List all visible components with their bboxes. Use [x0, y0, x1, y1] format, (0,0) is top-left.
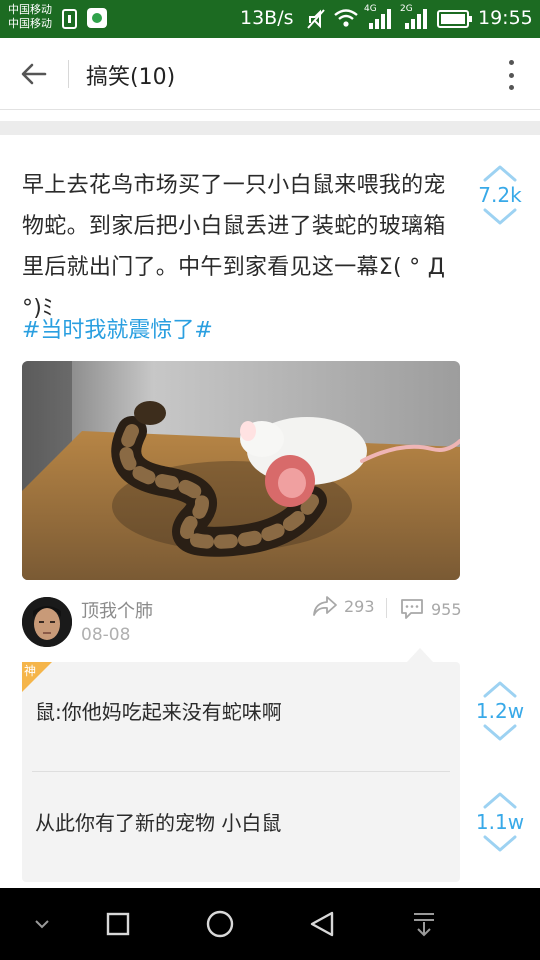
- carrier-1: 中国移动: [8, 3, 52, 16]
- notification-pulldown-button[interactable]: [402, 902, 446, 946]
- share-button[interactable]: 293: [312, 595, 375, 617]
- share-count: 293: [344, 596, 375, 616]
- comment-vote-count: 1.1w: [475, 810, 525, 834]
- system-nav-bar: [0, 888, 540, 960]
- post-vote-count: 7.2k: [478, 183, 522, 207]
- chevron-down-icon: [35, 920, 49, 929]
- wifi-icon: [333, 7, 359, 33]
- comment-text[interactable]: 鼠:你他妈吃起来没有蛇味啊: [35, 696, 282, 725]
- net-speed: 13B/s: [240, 7, 294, 29]
- header-divider: [68, 60, 69, 88]
- hot-comments: [22, 662, 460, 882]
- downvote-icon[interactable]: [483, 724, 517, 742]
- section-divider: [0, 121, 540, 135]
- comment-count: 955: [431, 599, 462, 619]
- mute-icon: [306, 8, 326, 34]
- post-hashtag[interactable]: #当时我就震惊了#: [22, 312, 213, 344]
- comment-divider: [32, 771, 450, 772]
- circle-icon: [206, 910, 234, 938]
- back-nav-button[interactable]: [300, 902, 344, 946]
- page-title: 搞笑(10): [86, 65, 176, 90]
- carrier-2: 中国移动: [8, 17, 52, 30]
- god-comment-badge: 神: [22, 662, 52, 692]
- upvote-icon[interactable]: [483, 164, 517, 182]
- back-button[interactable]: [14, 54, 54, 94]
- stat-divider: [386, 598, 387, 618]
- signal-icon-2: [404, 9, 428, 33]
- pull-down-icon: [414, 913, 434, 937]
- more-dot-icon: [508, 85, 514, 90]
- comment-vote: 1.2w: [470, 680, 530, 742]
- square-icon: [106, 912, 130, 936]
- comments-pointer: [407, 648, 433, 662]
- carrier-labels: 中国移动 中国移动: [8, 3, 52, 31]
- app-notification-icon: [86, 7, 108, 33]
- comment-text[interactable]: 从此你有了新的宠物 小白鼠: [35, 807, 281, 836]
- sim-icon: [62, 9, 77, 33]
- recents-button[interactable]: [96, 902, 140, 946]
- comment-icon: [401, 599, 423, 619]
- comment-vote-count: 1.2w: [475, 699, 525, 723]
- hide-nav-button[interactable]: [22, 902, 62, 946]
- god-comment-badge-label: 神: [24, 664, 37, 678]
- status-bar: 中国移动 中国移动 13B/s 4G 2G 19:55: [0, 0, 540, 38]
- post-text: 早上去花鸟市场买了一只小白鼠来喂我的宠物蛇。到家后把小白鼠丢进了装蛇的玻璃箱里后…: [22, 173, 446, 321]
- post-date: 08-08: [81, 625, 131, 645]
- home-button[interactable]: [198, 902, 242, 946]
- app-header: 搞笑(10): [0, 38, 540, 110]
- post-vote: 7.2k: [470, 164, 530, 226]
- comment-vote: 1.1w: [470, 791, 530, 853]
- post-image[interactable]: [22, 361, 460, 580]
- triangle-back-icon: [310, 911, 334, 937]
- avatar[interactable]: [22, 597, 72, 647]
- upvote-icon[interactable]: [483, 791, 517, 809]
- downvote-icon[interactable]: [483, 835, 517, 853]
- share-icon: [313, 596, 337, 616]
- upvote-icon[interactable]: [483, 680, 517, 698]
- downvote-icon[interactable]: [483, 208, 517, 226]
- arrow-left-icon: [21, 63, 47, 85]
- clock: 19:55: [478, 7, 533, 29]
- battery-icon: [437, 10, 473, 32]
- more-menu-button[interactable]: [504, 58, 518, 92]
- more-dot-icon: [508, 60, 514, 65]
- signal-icon: [368, 9, 392, 33]
- username[interactable]: 顶我个肺: [81, 597, 153, 623]
- more-dot-icon: [508, 72, 514, 78]
- comment-button[interactable]: 955: [400, 598, 462, 620]
